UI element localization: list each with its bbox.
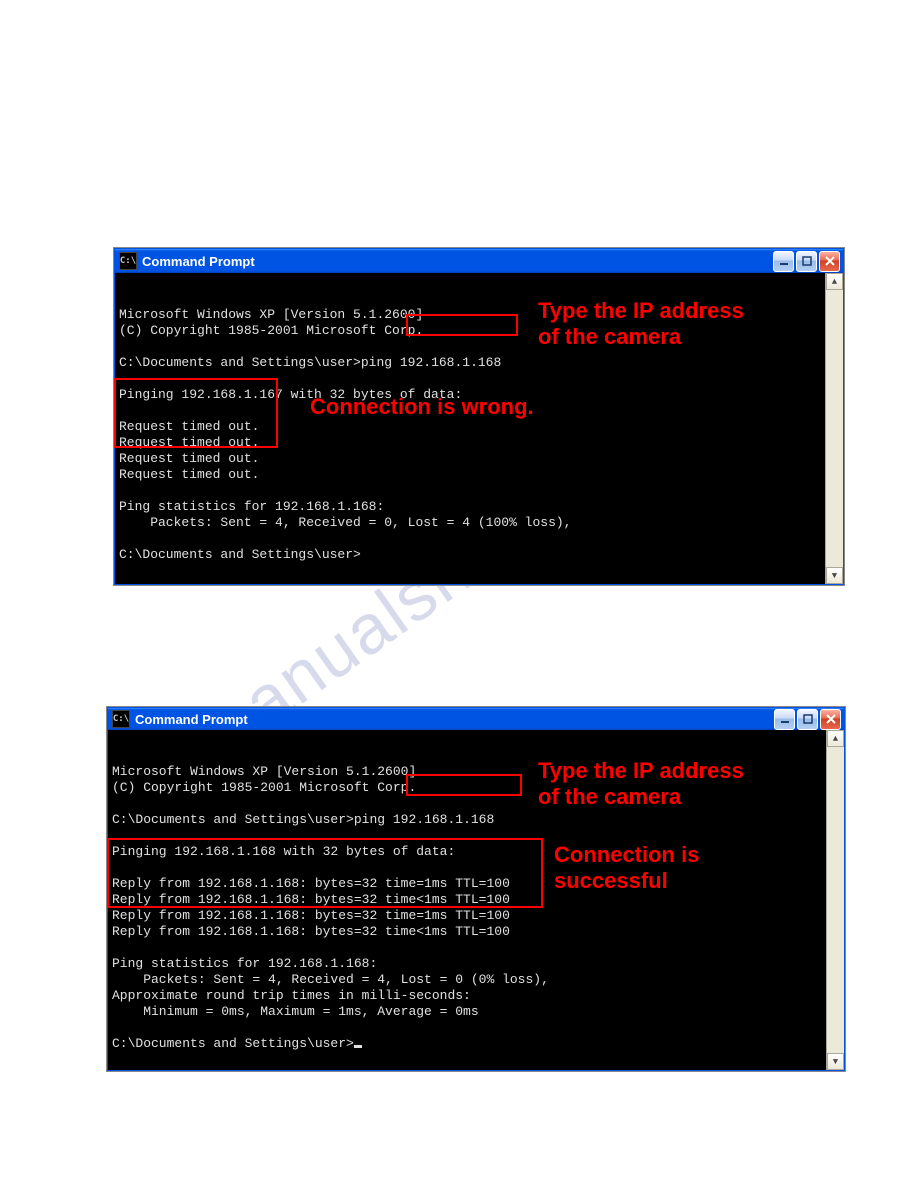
- prompt-text: C:\Documents and Settings\user>: [112, 1036, 354, 1051]
- maximize-icon: [803, 714, 813, 724]
- output-line: Request timed out.: [119, 467, 259, 482]
- scroll-down-icon[interactable]: ▼: [827, 1053, 844, 1070]
- output-line: Minimum = 0ms, Maximum = 1ms, Average = …: [112, 1004, 479, 1019]
- minimize-button[interactable]: [774, 709, 795, 730]
- minimize-button[interactable]: [773, 251, 794, 272]
- output-line: Reply from 192.168.1.168: bytes=32 time<…: [112, 892, 510, 907]
- scroll-down-icon[interactable]: ▼: [826, 567, 843, 584]
- minimize-icon: [779, 256, 789, 266]
- output-line: Request timed out.: [119, 419, 259, 434]
- prompt-text: C:\Documents and Settings\user>ping: [112, 812, 393, 827]
- output-line: Approximate round trip times in milli-se…: [112, 988, 471, 1003]
- output-line: Reply from 192.168.1.168: bytes=32 time=…: [112, 908, 510, 923]
- maximize-button[interactable]: [796, 251, 817, 272]
- cmd-icon: C:\: [112, 710, 130, 728]
- output-line: Packets: Sent = 4, Received = 0, Lost = …: [119, 515, 571, 530]
- maximize-button[interactable]: [797, 709, 818, 730]
- output-line: C:\Documents and Settings\user>ping 192.…: [119, 355, 501, 370]
- prompt-text: C:\Documents and Settings\user>ping: [119, 355, 400, 370]
- output-line: C:\Documents and Settings\user>: [119, 547, 361, 562]
- cmd-icon: C:\: [119, 252, 137, 270]
- output-line: Request timed out.: [119, 435, 259, 450]
- output-line: Microsoft Windows XP [Version 5.1.2600]: [119, 307, 423, 322]
- close-icon: [826, 714, 836, 724]
- scrollbar[interactable]: ▲ ▼: [826, 730, 844, 1070]
- scroll-up-icon[interactable]: ▲: [826, 273, 843, 290]
- close-button[interactable]: [820, 709, 841, 730]
- output-line: (C) Copyright 1985-2001 Microsoft Corp.: [119, 323, 423, 338]
- output-line: Packets: Sent = 4, Received = 4, Lost = …: [112, 972, 549, 987]
- output-line: Reply from 192.168.1.168: bytes=32 time<…: [112, 924, 510, 939]
- output-line: Pinging 192.168.1.168 with 32 bytes of d…: [112, 844, 455, 859]
- output-line: Reply from 192.168.1.168: bytes=32 time=…: [112, 876, 510, 891]
- ping-ip: 192.168.1.168: [400, 355, 501, 370]
- minimize-icon: [780, 714, 790, 724]
- titlebar[interactable]: C:\ Command Prompt: [108, 708, 844, 730]
- output-line: C:\Documents and Settings\user>ping 192.…: [112, 812, 494, 827]
- scroll-up-icon[interactable]: ▲: [827, 730, 844, 747]
- titlebar[interactable]: C:\ Command Prompt: [115, 249, 843, 273]
- close-icon: [825, 256, 835, 266]
- output-line: Ping statistics for 192.168.1.168:: [112, 956, 377, 971]
- window-title: Command Prompt: [142, 254, 771, 269]
- terminal-output: ▲ ▼ Microsoft Windows XP [Version 5.1.26…: [115, 273, 843, 584]
- window-title: Command Prompt: [135, 712, 772, 727]
- cmd-window-2: C:\ Command Prompt ▲ ▼ Microsoft Windows…: [107, 707, 845, 1071]
- output-line: Pinging 192.168.1.167 with 32 bytes of d…: [119, 387, 462, 402]
- terminal-output: ▲ ▼ Microsoft Windows XP [Version 5.1.26…: [108, 730, 844, 1070]
- output-line: Ping statistics for 192.168.1.168:: [119, 499, 384, 514]
- cursor-icon: [354, 1045, 362, 1048]
- ping-ip: 192.168.1.168: [393, 812, 494, 827]
- output-line: Request timed out.: [119, 451, 259, 466]
- close-button[interactable]: [819, 251, 840, 272]
- prompt-text: C:\Documents and Settings\user>: [119, 547, 361, 562]
- output-line: (C) Copyright 1985-2001 Microsoft Corp.: [112, 780, 416, 795]
- output-line: C:\Documents and Settings\user>: [112, 1036, 362, 1051]
- output-line: Microsoft Windows XP [Version 5.1.2600]: [112, 764, 416, 779]
- document-page: manualshive.com C:\ Command Prompt ▲ ▼ M…: [0, 0, 918, 1188]
- maximize-icon: [802, 256, 812, 266]
- scrollbar[interactable]: ▲ ▼: [825, 273, 843, 584]
- cmd-window-1: C:\ Command Prompt ▲ ▼ Microsoft Windows…: [114, 248, 844, 585]
